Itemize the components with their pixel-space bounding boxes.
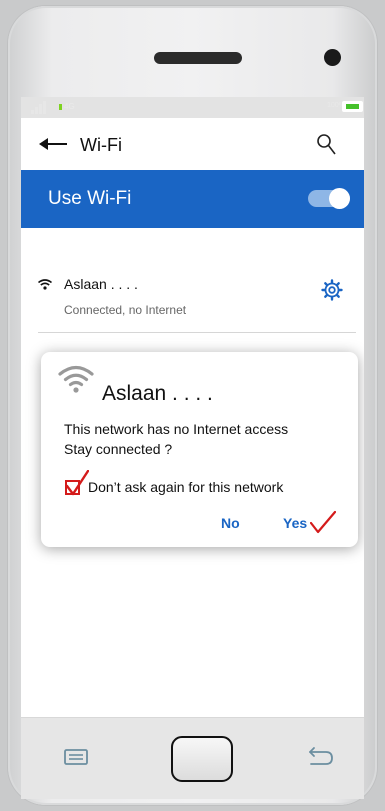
yes-button[interactable]: Yes [283,515,307,531]
network-list-item[interactable]: Aslaan . . . . Connected, no Internet [21,257,364,329]
app-bar: Wi-Fi [21,118,364,170]
page-title: Wi-Fi [80,135,122,155]
home-button[interactable] [171,736,233,782]
network-type-label: 4G [64,102,75,111]
navigation-bar [21,717,364,799]
checkmark-icon [67,470,89,496]
search-icon[interactable] [316,133,336,155]
network-name: Aslaan . . . . [64,276,138,292]
network-type: 4G [59,102,75,111]
wifi-icon [38,279,52,290]
dont-ask-label[interactable]: Don’t ask again for this network [88,479,283,495]
front-camera [324,49,341,66]
dialog-message: This network has no Internet access [64,421,289,437]
checkmark-icon [310,510,336,534]
arrow-left-icon[interactable] [39,137,67,151]
switch-knob [329,188,350,209]
list-divider [38,332,356,333]
earpiece-speaker [154,52,242,64]
battery-icon [342,101,363,112]
dialog-title: Aslaan . . . . [102,382,213,405]
no-internet-dialog: Aslaan . . . . This network has no Inter… [41,352,358,547]
menu-icon[interactable] [64,749,88,765]
wifi-toggle-label: Use Wi-Fi [48,188,132,209]
no-button[interactable]: No [221,515,240,531]
status-bar: 4G 100% [21,97,364,118]
wifi-switch[interactable] [308,188,350,209]
dialog-question: Stay connected ? [64,441,173,457]
network-status: Connected, no Internet [64,303,187,317]
gear-icon[interactable] [321,279,343,301]
phone-screen: 4G 100% Wi-Fi Use Wi-Fi Aslaan . . . . C… [21,97,364,717]
wifi-toggle-row[interactable]: Use Wi-Fi [21,170,364,228]
wifi-icon [58,365,94,393]
back-icon[interactable] [308,746,334,768]
signal-strength-icon [31,101,47,114]
